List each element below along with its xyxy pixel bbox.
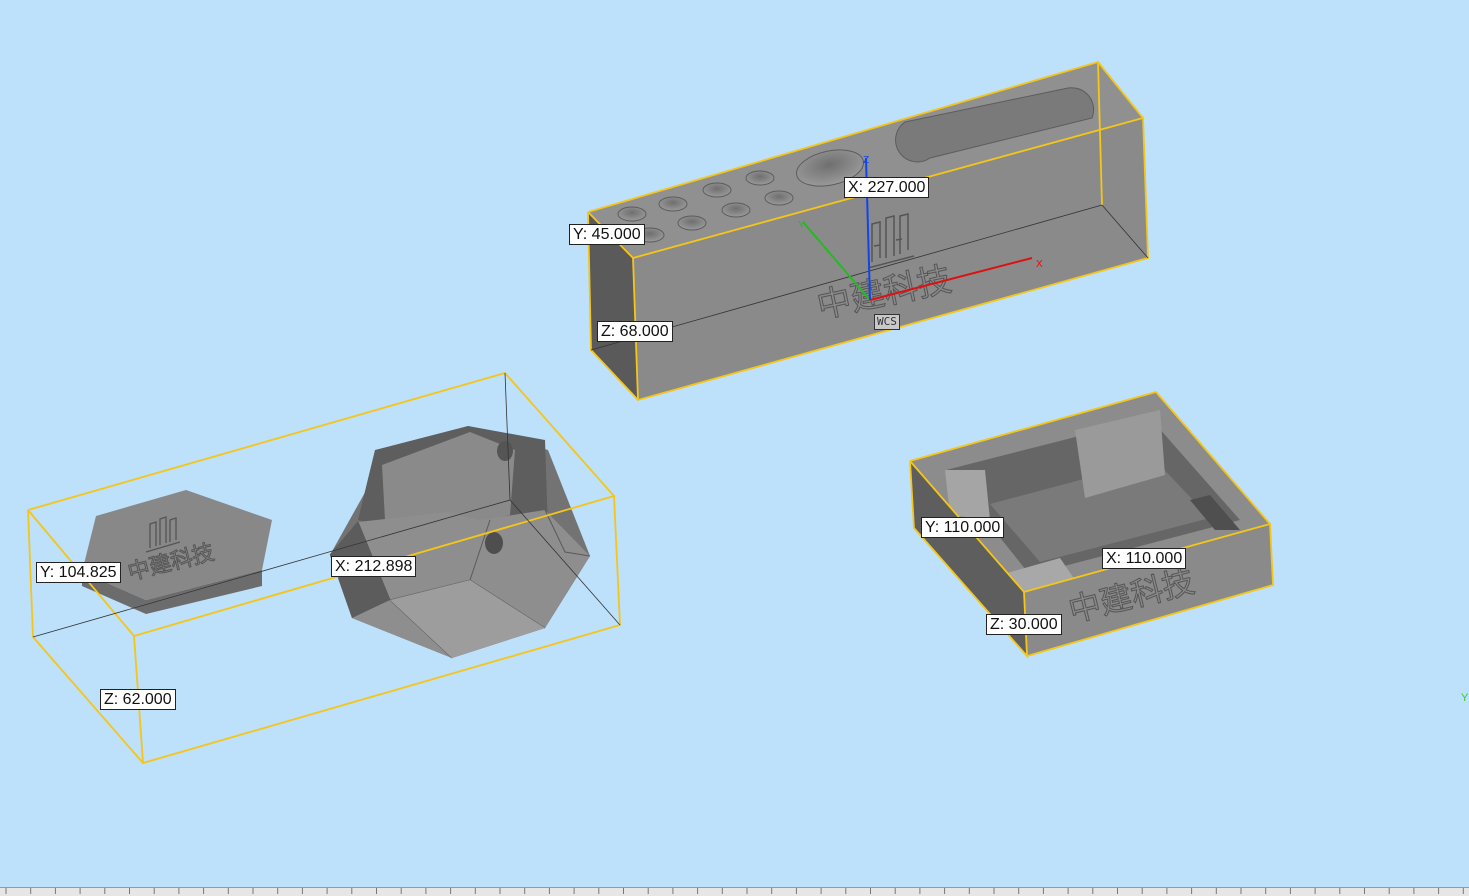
wcs-label: WCS [874,314,900,330]
ashtray-notch-back [497,441,513,461]
square-ashtray-dim-x: X: 110.000 [1102,548,1187,569]
pen-holder-dim-z: Z: 68.000 [597,321,673,342]
ashtray-dim-y: Y: 104.825 [36,562,121,583]
gizmo-y-label: Y [798,220,805,231]
pen-holder-dim-y: Y: 45.000 [569,224,645,245]
3d-viewport[interactable]: 中建科技 X Y Z 中建科技 中建科技 X: 227.000 Y: 45.00… [0,0,1469,896]
square-ashtray-dim-z: Z: 30.000 [986,614,1062,635]
gizmo-z-label: Z [863,155,869,166]
ashtray-notch-front [485,532,503,554]
edge-axis-indicator: Y [1461,692,1469,704]
square-ashtray-dim-y: Y: 110.000 [921,517,1005,538]
pen-holder-dim-x: X: 227.000 [844,177,930,198]
gizmo-x-label: X [1036,259,1043,270]
bottom-ruler [0,887,1469,896]
scene-canvas[interactable]: 中建科技 X Y Z 中建科技 中建科技 [0,0,1469,896]
ashtray-dim-z: Z: 62.000 [100,689,176,710]
ashtray-dim-x: X: 212.898 [331,556,417,577]
